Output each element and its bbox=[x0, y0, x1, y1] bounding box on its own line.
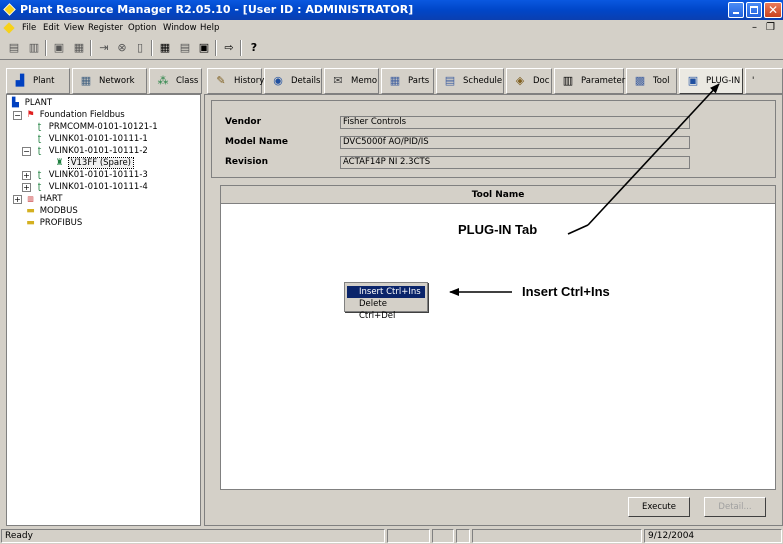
insert-annotation: Insert Ctrl+Ins bbox=[522, 284, 610, 299]
plugin-callout-arrow bbox=[587, 83, 720, 226]
plugin-tab-annotation: PLUG-IN Tab bbox=[458, 222, 538, 237]
annotation-arrows bbox=[449, 83, 720, 296]
plugin-callout-tick bbox=[567, 224, 589, 235]
